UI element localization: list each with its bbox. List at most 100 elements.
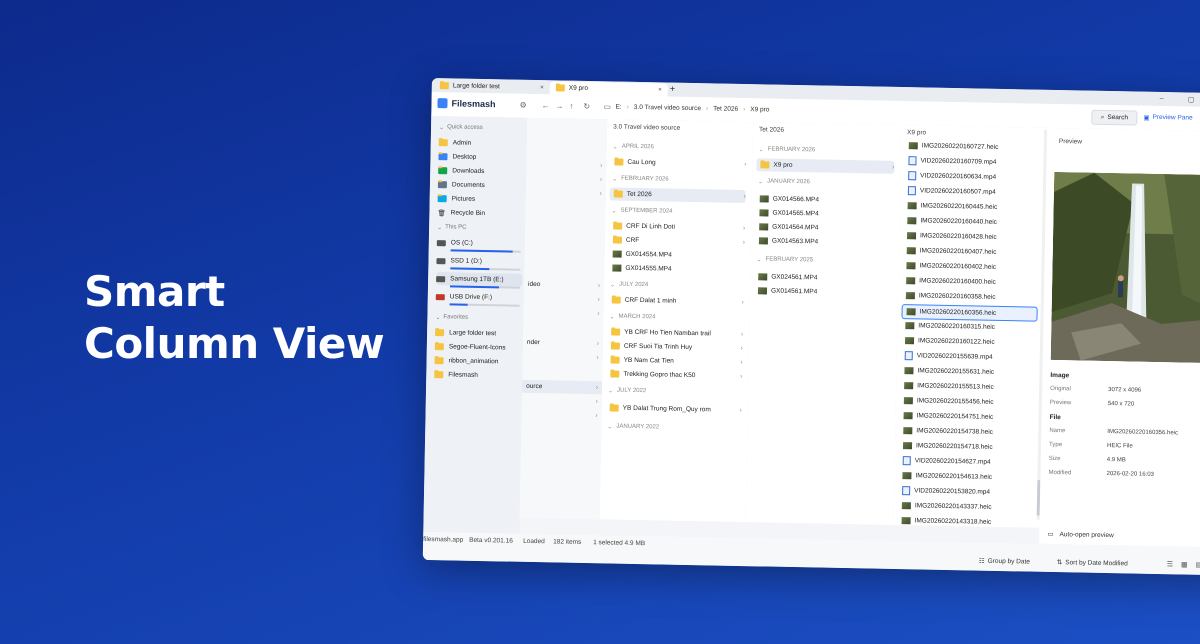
- file-row[interactable]: IMG20260220143318.heic: [897, 514, 1033, 530]
- folder-row[interactable]: YB Nam Cat Tien ›: [606, 353, 743, 369]
- folder-row[interactable]: YB Dalat Trung Rom_Quy rom ›: [606, 401, 742, 417]
- folder-row[interactable]: Tet 2026 ›: [609, 187, 746, 204]
- sort-by-button[interactable]: ⇅ Sort by Date Modified: [1057, 558, 1128, 567]
- refresh-icon[interactable]: ↻: [583, 102, 590, 111]
- sidebar-item-admin[interactable]: Admin: [438, 136, 525, 151]
- details-view-icon[interactable]: ▤: [1196, 561, 1200, 569]
- date-group-header[interactable]: ⌄ FEBRUARY 2026: [759, 146, 816, 154]
- folder-row[interactable]: YB CRF Ho Tien Namban trail ›: [607, 325, 743, 341]
- sidebar-drive-e[interactable]: Samsung 1TB (E:): [436, 272, 523, 287]
- list-item[interactable]: ›: [526, 158, 608, 173]
- date-group-header[interactable]: ⌄ JANUARY 2022: [607, 423, 659, 431]
- file-row[interactable]: GX014561.MP4: [754, 284, 892, 300]
- up-arrow-icon[interactable]: ↑: [569, 102, 573, 111]
- sidebar-fav-ribbon[interactable]: ribbon_animation: [434, 354, 520, 369]
- file-row[interactable]: IMG20260220160428.heic: [903, 229, 1039, 245]
- file-row[interactable]: GX024561.MP4: [754, 270, 892, 286]
- date-group-header[interactable]: ⌄ JANUARY 2026: [758, 178, 810, 186]
- date-group-header[interactable]: ⌄ JULY 2022: [608, 387, 646, 395]
- folder-row[interactable]: Trekking Gopro thac K50 ›: [606, 367, 742, 383]
- preview-pane-toggle[interactable]: ▣ Preview Pane: [1143, 114, 1192, 123]
- file-row[interactable]: IMG20260220160727.heic: [905, 139, 1041, 155]
- quick-access-header[interactable]: ⌄ Quick access: [439, 124, 483, 132]
- sidebar-fav-filesmash[interactable]: Filesmash: [434, 368, 520, 383]
- folder-row[interactable]: Cau Long ›: [610, 155, 746, 171]
- folder-row[interactable]: CRF Suoi Tia Trinh Huy ›: [607, 339, 743, 355]
- favorites-header[interactable]: ⌄ Favorites: [435, 314, 468, 322]
- file-row[interactable]: IMG20260220154738.heic: [899, 424, 1035, 440]
- date-group-header[interactable]: ⌄ MARCH 2024: [609, 313, 655, 321]
- list-item[interactable]: ›: [523, 306, 605, 321]
- grid-view-icon[interactable]: ▦: [1181, 560, 1188, 568]
- date-group-header[interactable]: ⌄ FEBRUARY 2025: [757, 256, 814, 264]
- file-row[interactable]: GX014566.MP4: [756, 192, 894, 208]
- list-item[interactable]: ideo ›: [524, 278, 606, 293]
- sidebar-item-documents[interactable]: Documents: [437, 178, 524, 193]
- list-item[interactable]: ›: [522, 394, 604, 409]
- file-row[interactable]: VID20260220154627.mp4: [899, 454, 1035, 470]
- file-row[interactable]: VID20260220160634.mp4: [904, 169, 1040, 185]
- sidebar-item-downloads[interactable]: Downloads: [438, 164, 524, 179]
- close-tab-icon[interactable]: ×: [658, 86, 662, 93]
- search-button[interactable]: ⌕ Search: [1091, 109, 1138, 126]
- file-row[interactable]: IMG20260220154751.heic: [899, 409, 1035, 425]
- breadcrumb-tet[interactable]: Tet 2026: [713, 105, 738, 112]
- file-row[interactable]: IMG20260220160407.heic: [903, 244, 1039, 260]
- file-row[interactable]: IMG20260220154718.heic: [899, 439, 1035, 455]
- file-row[interactable]: IMG20260220160402.heic: [902, 259, 1038, 275]
- file-row[interactable]: GX014563.MP4: [755, 234, 893, 250]
- list-view-icon[interactable]: ☰: [1167, 560, 1173, 568]
- back-arrow-icon[interactable]: ←: [541, 101, 549, 110]
- list-item[interactable]: ›: [524, 292, 606, 307]
- sidebar-item-desktop[interactable]: Desktop: [438, 150, 524, 165]
- file-row[interactable]: IMG20260220143337.heic: [898, 499, 1034, 515]
- sidebar-drive-f[interactable]: USB Drive (F:): [435, 290, 522, 305]
- file-row[interactable]: GX014565.MP4: [755, 206, 893, 222]
- group-by-button[interactable]: ☷ Group by Date: [979, 557, 1030, 566]
- file-row[interactable]: VID20260220160709.mp4: [904, 154, 1040, 170]
- list-item[interactable]: ›: [526, 186, 608, 201]
- date-group-header[interactable]: ⌄ FEBRUARY 2026: [612, 175, 669, 183]
- sidebar-drive-c[interactable]: OS (C:): [436, 236, 523, 251]
- file-row[interactable]: IMG20260220160440.heic: [903, 214, 1039, 230]
- file-row[interactable]: VID20260220153820.mp4: [898, 484, 1034, 500]
- date-group-header[interactable]: ⌄ SEPTEMBER 2024: [611, 207, 672, 215]
- folder-row[interactable]: CRF Dalat 1 minh ›: [608, 293, 744, 309]
- file-row[interactable]: VID20260220155639.mp4: [901, 349, 1037, 365]
- list-item[interactable]: ›: [526, 172, 608, 187]
- sidebar-drive-d[interactable]: SSD 1 (D:): [436, 254, 522, 269]
- sidebar-item-pictures[interactable]: Pictures: [437, 192, 524, 207]
- file-row[interactable]: GX014554.MP4: [609, 247, 745, 263]
- date-group-header[interactable]: ⌄ JULY 2024: [610, 281, 648, 289]
- sidebar-fav-large-folder[interactable]: Large folder test: [435, 326, 521, 341]
- file-row[interactable]: IMG20260220160445.heic: [904, 199, 1040, 215]
- file-row[interactable]: GX014564.MP4: [755, 220, 893, 236]
- file-row[interactable]: IMG20260220155631.heic: [900, 364, 1036, 380]
- list-item[interactable]: nder ›: [523, 336, 605, 351]
- date-group-header[interactable]: ⌄ APRIL 2026: [613, 143, 654, 151]
- auto-open-preview-toggle[interactable]: ▭ Auto-open preview: [1047, 530, 1114, 539]
- file-row[interactable]: VID20260220160507.mp4: [904, 184, 1040, 200]
- file-row[interactable]: IMG20260220155513.heic: [900, 379, 1036, 395]
- file-row[interactable]: IMG20260220155456.heic: [900, 394, 1036, 410]
- file-row[interactable]: IMG20260220154613.heic: [898, 469, 1034, 485]
- new-tab-button[interactable]: +: [670, 84, 675, 94]
- list-item[interactable]: ›: [523, 350, 605, 365]
- list-item[interactable]: ource ›: [521, 379, 605, 395]
- sidebar-item-recycle-bin[interactable]: 🗑 Recycle Bin: [437, 206, 523, 221]
- forward-arrow-icon[interactable]: →: [555, 101, 563, 110]
- folder-row[interactable]: CRF ›: [609, 233, 745, 249]
- sidebar-fav-segoe[interactable]: Segoe-Fluent-Icons: [434, 340, 521, 355]
- file-row[interactable]: IMG20260220160122.heic: [901, 334, 1037, 350]
- minimize-button[interactable]: –: [1160, 95, 1164, 102]
- file-row[interactable]: IMG20260220160315.heic: [901, 319, 1037, 335]
- file-row[interactable]: IMG20260220160358.heic: [902, 289, 1038, 305]
- maximize-button[interactable]: ▢: [1188, 96, 1195, 104]
- breadcrumb-drive[interactable]: E:: [615, 104, 621, 111]
- this-pc-header[interactable]: ⌄ This PC: [437, 224, 467, 232]
- folder-row[interactable]: CRF Di Linh Doti ›: [609, 219, 745, 235]
- gear-icon[interactable]: ⚙: [519, 101, 526, 110]
- list-item[interactable]: ›: [521, 408, 603, 423]
- breadcrumb-x9[interactable]: X9 pro: [750, 106, 769, 113]
- folder-row[interactable]: X9 pro ›: [756, 158, 895, 174]
